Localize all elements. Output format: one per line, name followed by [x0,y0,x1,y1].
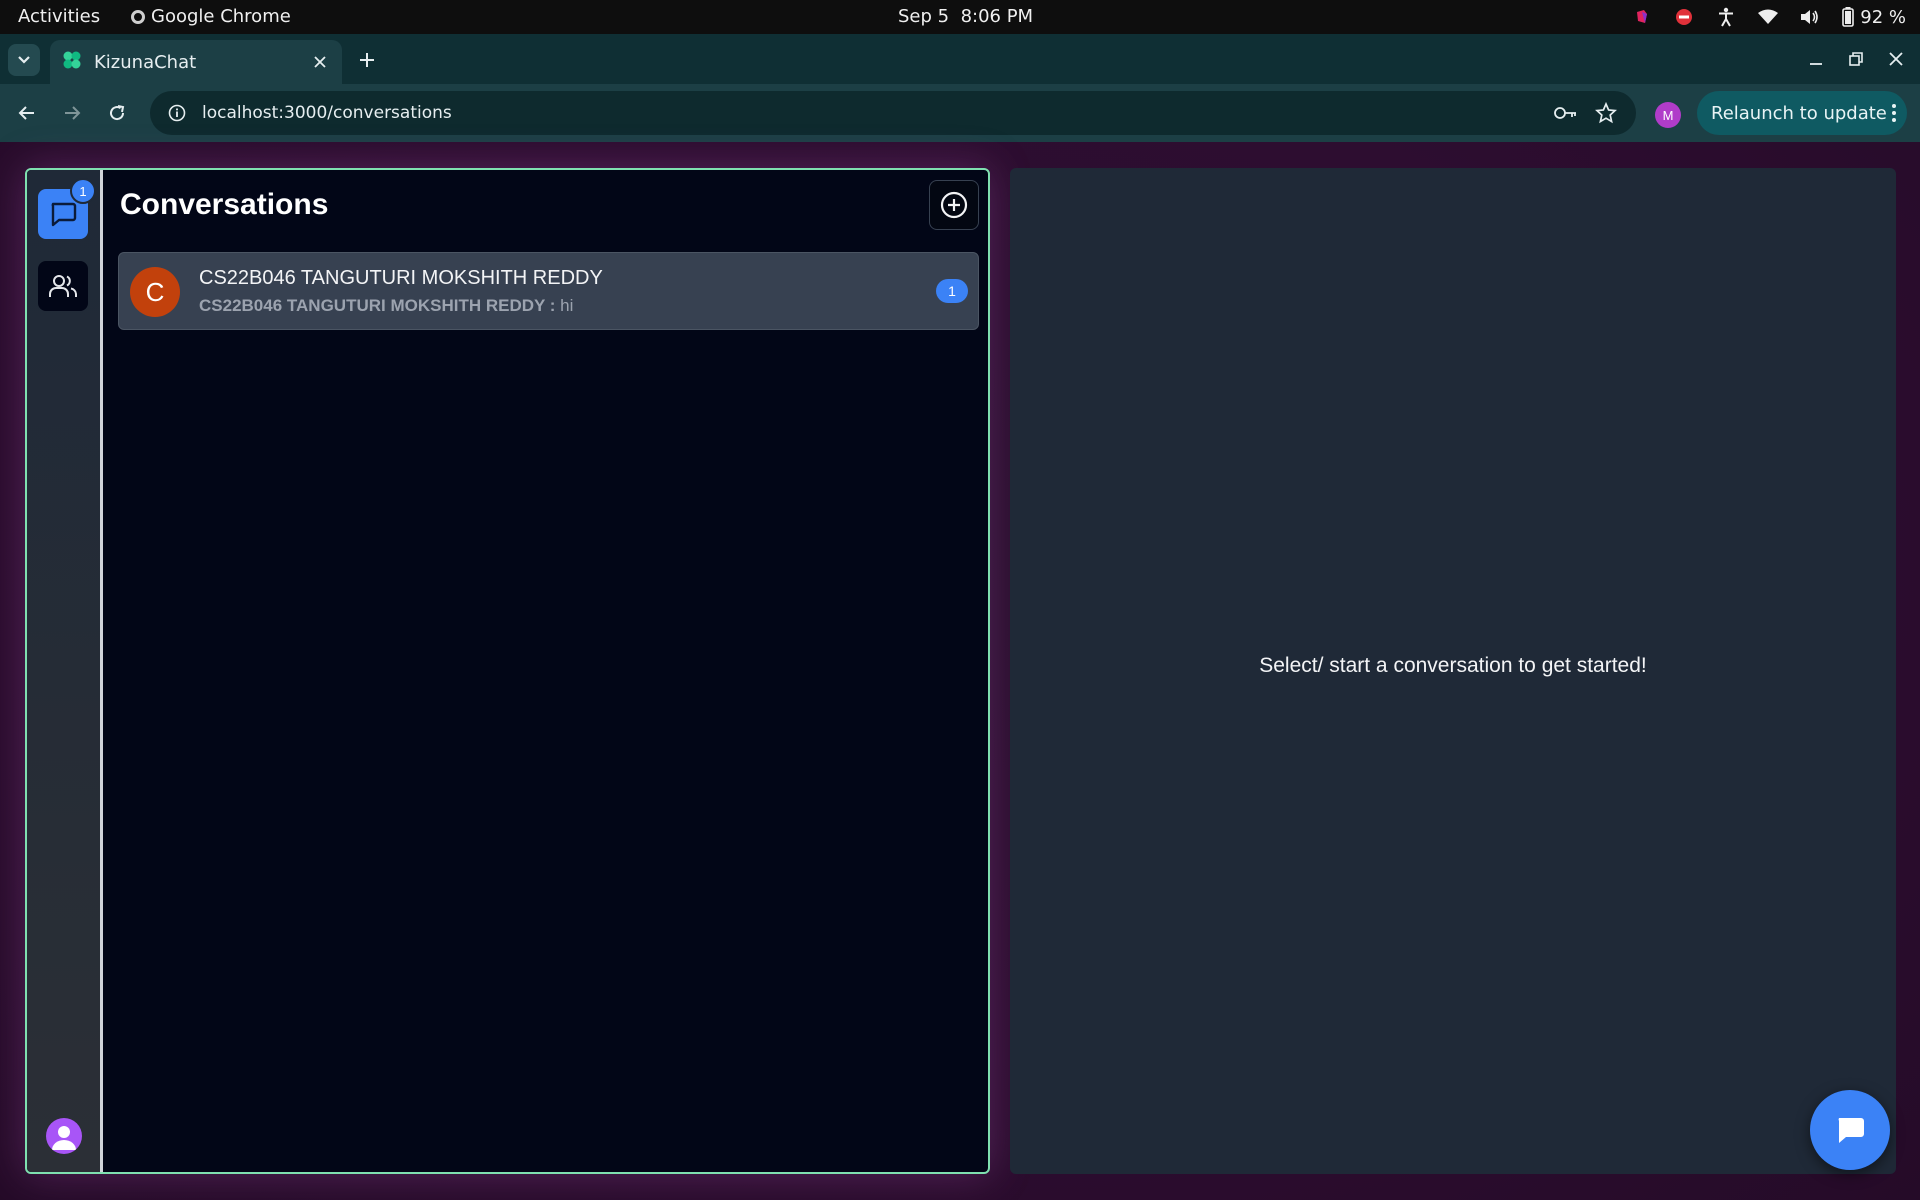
more-menu-icon[interactable] [1891,104,1897,122]
tab-kizunachat[interactable]: KizunaChat [50,40,342,84]
conversation-preview: CS22B046 TANGUTURI MOKSHITH REDDY : hi [199,296,573,316]
clock-time: 8:06 PM [960,6,1034,27]
kizunachat-favicon [62,50,82,75]
battery-icon [1842,7,1855,27]
close-tab-icon[interactable] [310,52,330,72]
battery-indicator[interactable]: 92 % [1842,7,1906,28]
bookmark-star-icon[interactable] [1592,99,1620,127]
users-icon [49,275,77,297]
do-not-disturb-icon[interactable] [1674,7,1694,27]
conversations-unread-badge: 1 [70,178,96,204]
nav-users-button[interactable] [38,261,88,311]
close-icon [1889,52,1903,66]
conversations-panel: Conversations C CS22B046 TANGUTURI MOKSH… [106,170,988,1172]
close-window-button[interactable] [1881,44,1911,74]
unread-count-badge: 1 [936,279,968,303]
page-viewport: 1 Conversations C CS22B046 TANGUTURI MOK… [0,142,1920,1200]
accessibility-icon[interactable] [1716,7,1736,27]
conversation-detail-pane: Select/ start a conversation to get star… [1010,168,1896,1174]
system-top-bar: Activities Google Chrome Sep 5 8:06 PM 9… [0,0,1920,34]
minimize-button[interactable] [1801,44,1831,74]
message-bubble-icon [1838,1118,1864,1143]
minimize-icon [1810,63,1822,65]
conversation-name: CS22B046 TANGUTURI MOKSHITH REDDY [199,267,603,289]
tab-strip: KizunaChat [0,34,1920,84]
restore-icon [1849,52,1863,66]
back-button[interactable] [11,97,43,129]
plus-icon [360,53,374,67]
new-conversation-button[interactable] [929,180,979,230]
restore-button[interactable] [1841,44,1871,74]
arrow-left-icon [18,106,34,120]
browser-toolbar: localhost:3000/conversations M Relaunch … [0,84,1920,142]
app-menu-label: Google Chrome [151,6,291,27]
empty-state-message: Select/ start a conversation to get star… [1259,654,1647,677]
activities-button[interactable]: Activities [18,6,100,27]
chat-launcher-button[interactable] [1810,1090,1890,1170]
address-bar[interactable]: localhost:3000/conversations [150,91,1636,135]
chrome-icon [131,9,145,24]
user-icon [52,1126,76,1150]
new-tab-button[interactable] [353,46,381,74]
icon-rail: 1 [27,170,103,1172]
reload-button[interactable] [101,97,133,129]
site-info-icon[interactable] [166,102,188,124]
clock-date: Sep 5 [898,6,950,27]
volume-icon[interactable] [1800,7,1820,27]
preview-text: hi [555,296,574,315]
chevron-down-icon [18,56,30,64]
tab-title: KizunaChat [94,51,197,73]
forward-button[interactable] [56,97,88,129]
relaunch-update-button[interactable]: Relaunch to update [1697,91,1907,135]
preview-sender: CS22B046 TANGUTURI MOKSHITH REDDY : [199,296,556,315]
profile-avatar[interactable]: M [1655,102,1681,128]
system-tray[interactable]: 92 % [1632,4,1906,30]
user-avatar[interactable] [46,1118,82,1154]
arrow-right-icon [65,106,81,120]
conversation-item[interactable]: C CS22B046 TANGUTURI MOKSHITH REDDY CS22… [118,252,979,330]
battery-percent: 92 % [1860,6,1906,28]
password-key-icon[interactable] [1552,99,1580,127]
tab-search-button[interactable] [8,44,40,76]
app-menu[interactable]: Google Chrome [131,6,291,27]
chat-sidebar-shell: 1 Conversations C CS22B046 TANGUTURI MOK… [25,168,990,1174]
relaunch-label: Relaunch to update [1711,102,1887,124]
browser-window: KizunaChat localhost:3000/conversations … [0,34,1920,142]
url-text[interactable]: localhost:3000/conversations [202,103,1540,123]
clock[interactable]: Sep 5 8:06 PM [898,6,1033,27]
plus-circle-icon [940,191,968,219]
reload-icon [110,105,125,121]
app-indicator-icon[interactable] [1632,7,1652,27]
page-title: Conversations [120,188,329,221]
conversation-avatar: C [130,267,180,317]
wifi-icon[interactable] [1758,7,1779,27]
chat-bubble-icon [51,202,77,227]
